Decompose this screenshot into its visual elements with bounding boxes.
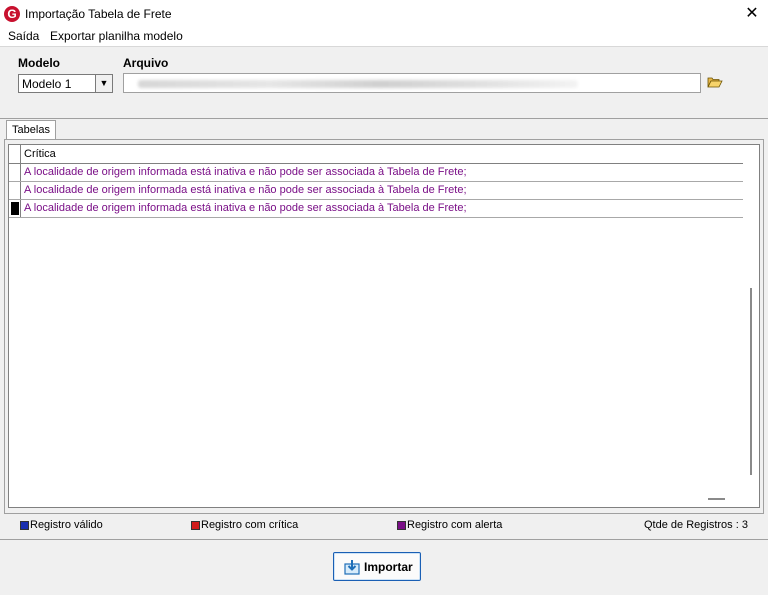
row-critica-text: A localidade de origem informada está in… [24, 166, 467, 178]
menu-item-saida[interactable]: Saída [8, 29, 39, 43]
row-critica-text: A localidade de origem informada está in… [24, 184, 467, 196]
import-button[interactable]: Importar [333, 552, 421, 581]
legend-valid-label: Registro válido [30, 519, 103, 531]
column-header-critica[interactable]: Crítica [24, 148, 56, 160]
separator [0, 539, 768, 540]
folder-open-icon[interactable] [707, 74, 723, 90]
criticas-grid[interactable]: Crítica A localidade de origem informada… [8, 144, 760, 508]
import-button-label: Importar [364, 560, 413, 574]
current-row-marker [11, 202, 19, 215]
tab-tabelas[interactable]: Tabelas [6, 120, 56, 139]
legend-valid-swatch [20, 521, 29, 530]
table-row[interactable]: A localidade de origem informada está in… [9, 200, 743, 218]
legend-alert-swatch [397, 521, 406, 530]
app-logo-icon: G [4, 6, 20, 22]
modelo-label: Modelo [18, 56, 60, 70]
row-indicator [9, 200, 21, 217]
grid-header: Crítica [9, 145, 743, 164]
legend-critical-swatch [191, 521, 200, 530]
horizontal-scrollbar-thumb[interactable] [708, 498, 725, 500]
row-indicator [9, 182, 21, 199]
scrollbar-thumb[interactable] [750, 288, 752, 475]
row-indicator [9, 164, 21, 181]
row-indicator-header [9, 145, 21, 163]
arquivo-path-redacted [138, 80, 578, 88]
chevron-down-icon[interactable]: ▼ [95, 75, 112, 92]
modelo-select-value: Modelo 1 [22, 77, 72, 91]
arquivo-field[interactable] [123, 73, 701, 93]
legend-alert-label: Registro com alerta [407, 519, 503, 531]
menu-bar: Saída Exportar planilha modelo [0, 28, 768, 46]
close-icon: ✕ [745, 5, 759, 22]
window-title: Importação Tabela de Frete [25, 7, 172, 21]
modelo-select[interactable]: Modelo 1 ▼ [18, 74, 113, 93]
record-count: Qtde de Registros : 3 [644, 519, 748, 531]
close-button[interactable]: ✕ [738, 3, 766, 25]
vertical-scrollbar[interactable] [745, 145, 759, 507]
table-row[interactable]: A localidade de origem informada está in… [9, 164, 743, 182]
table-row[interactable]: A localidade de origem informada está in… [9, 182, 743, 200]
import-download-icon [344, 560, 360, 575]
menu-item-exportar-planilha-modelo[interactable]: Exportar planilha modelo [50, 29, 183, 43]
row-critica-text: A localidade de origem informada está in… [24, 202, 467, 214]
separator [0, 46, 768, 47]
separator [0, 118, 768, 119]
arquivo-label: Arquivo [123, 56, 169, 70]
legend-critical-label: Registro com crítica [201, 519, 299, 531]
